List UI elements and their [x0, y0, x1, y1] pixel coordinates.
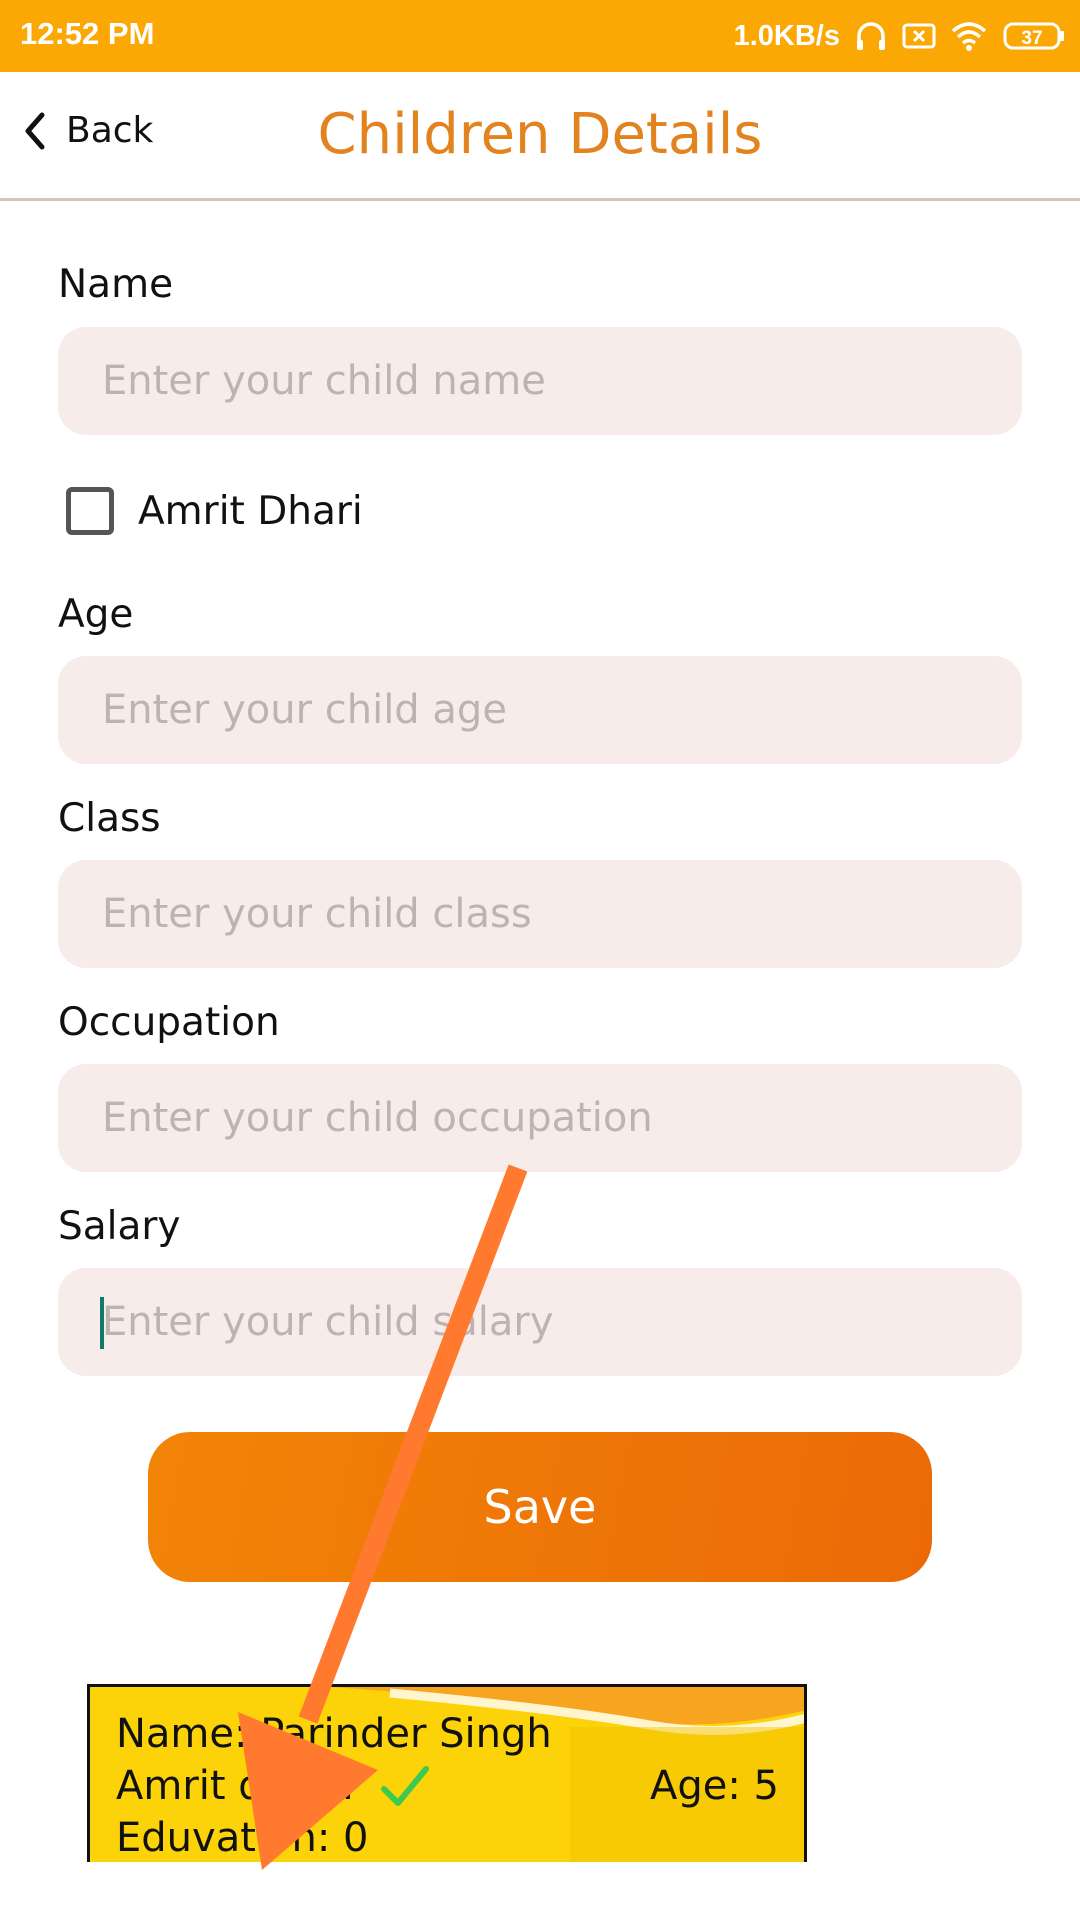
salary-input[interactable] — [58, 1268, 1022, 1376]
battery-icon: 37 — [1002, 19, 1066, 53]
app-header: Back Children Details — [0, 72, 1080, 201]
class-label: Class — [58, 796, 161, 841]
battery-level: 37 — [1021, 28, 1042, 49]
status-bar: 12:52 PM 1.0KB/s 37 — [0, 0, 1080, 72]
amrit-dhari-checkbox-row[interactable]: Amrit Dhari — [66, 487, 363, 535]
salary-label: Salary — [58, 1204, 181, 1249]
page-title: Children Details — [317, 102, 763, 167]
network-speed: 1.0KB/s — [733, 19, 840, 52]
save-button[interactable]: Save — [148, 1432, 932, 1582]
age-label: Age — [58, 592, 134, 637]
wifi-icon — [950, 20, 988, 52]
card-amrit-line: Amrit dhari: — [116, 1763, 355, 1809]
sim-off-icon — [902, 22, 936, 50]
status-time: 12:52 PM — [20, 16, 155, 51]
card-name-line: Name: Parinder Singh — [116, 1711, 552, 1757]
name-input[interactable] — [58, 327, 1022, 435]
occupation-input[interactable] — [58, 1064, 1022, 1172]
occupation-label: Occupation — [58, 1000, 280, 1045]
class-input[interactable] — [58, 860, 1022, 968]
status-icons: 1.0KB/s 37 — [734, 14, 1066, 58]
check-icon — [380, 1765, 430, 1813]
amrit-dhari-label: Amrit Dhari — [138, 488, 363, 534]
headphones-icon — [854, 19, 888, 53]
card-age-line: Age: 5 — [650, 1763, 780, 1809]
text-cursor — [100, 1297, 104, 1349]
child-preview-card: Name: Parinder Singh Amrit dhari: Age: 5… — [87, 1684, 807, 1862]
amrit-dhari-checkbox[interactable] — [66, 487, 114, 535]
name-label: Name — [58, 262, 174, 307]
card-education-line: Eduvation: 0 — [116, 1815, 369, 1861]
age-input[interactable] — [58, 656, 1022, 764]
